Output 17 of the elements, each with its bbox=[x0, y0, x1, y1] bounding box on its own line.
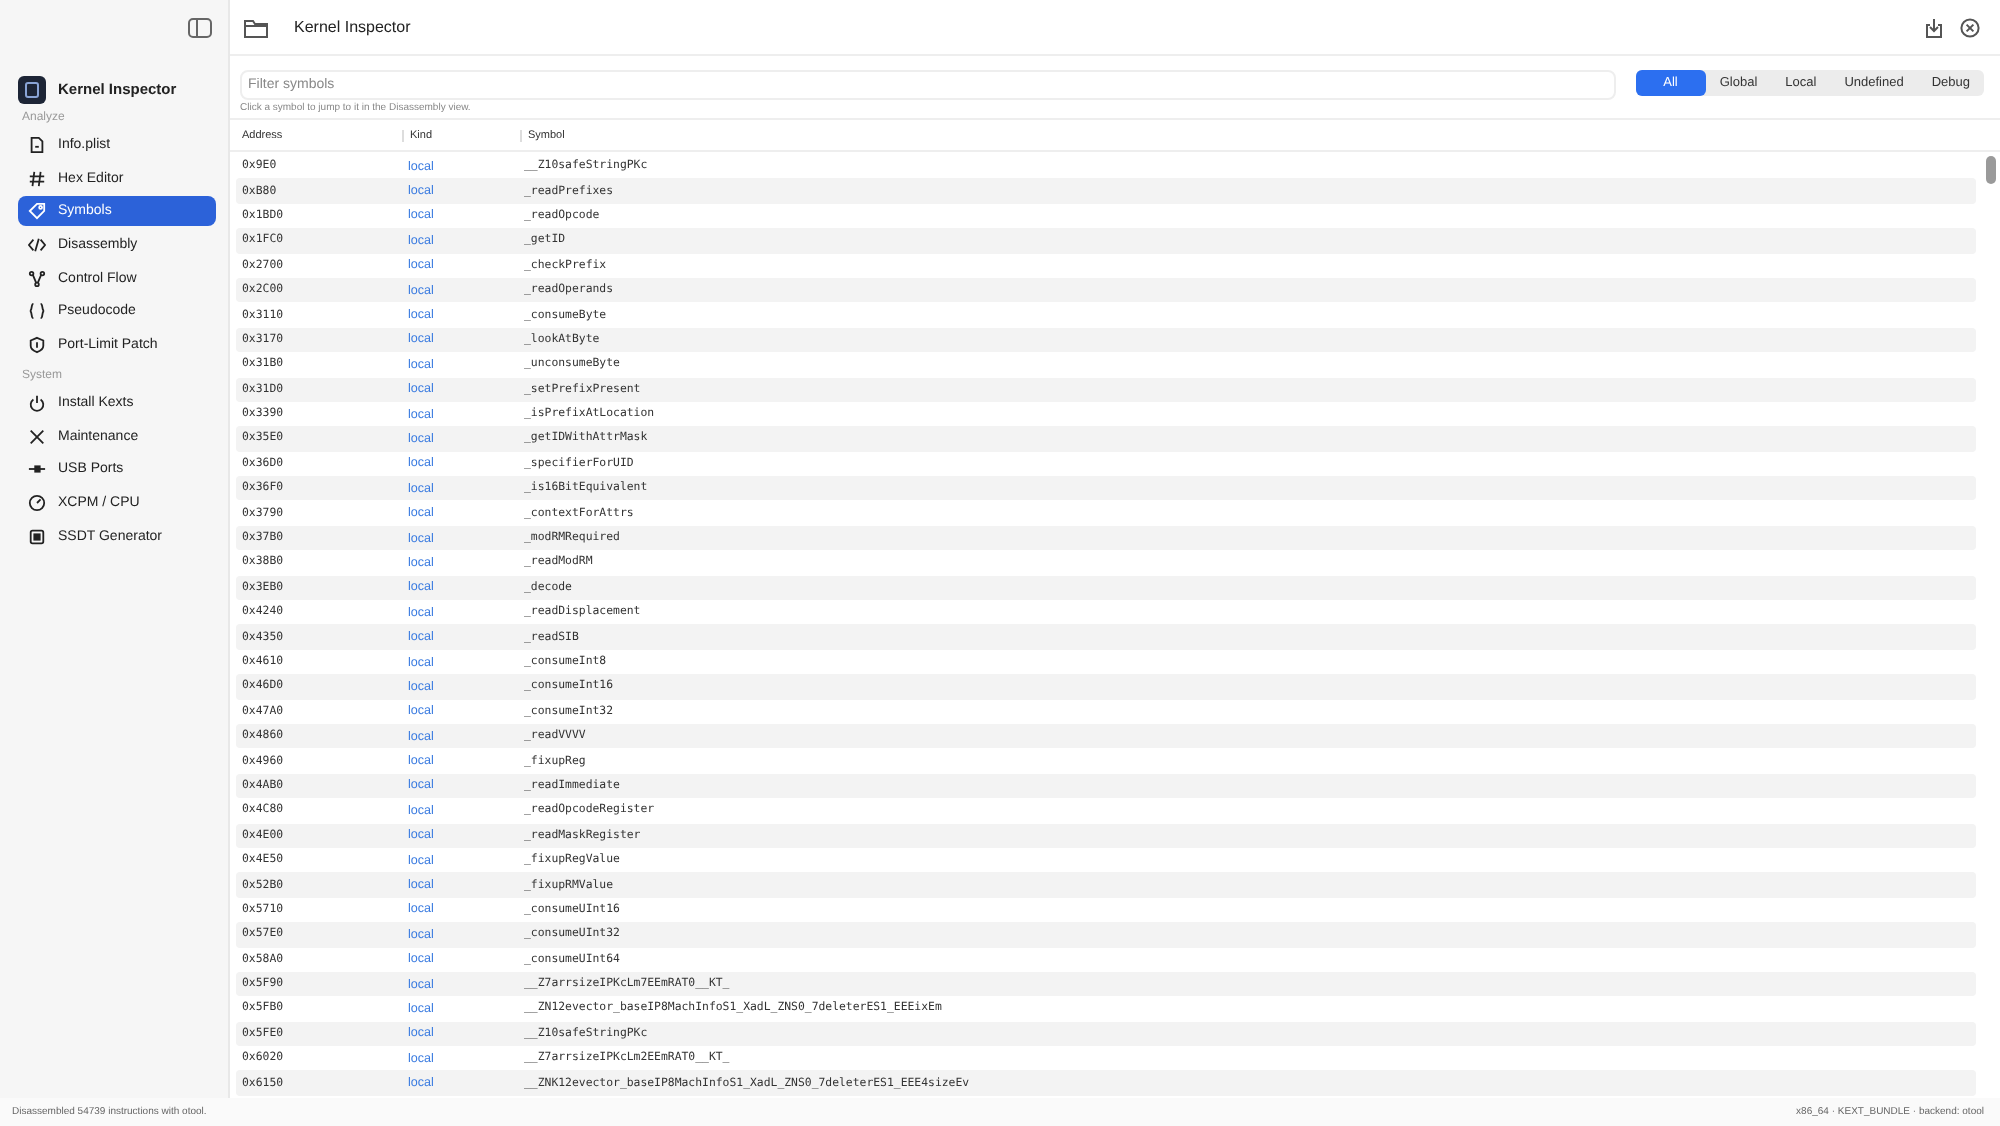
power-icon bbox=[28, 393, 46, 412]
export-icon[interactable] bbox=[1920, 13, 1948, 41]
app-logo-icon bbox=[18, 75, 46, 103]
window-title: Kernel Inspector bbox=[294, 18, 411, 36]
gauge-icon bbox=[28, 493, 46, 512]
nodes-icon bbox=[28, 269, 46, 288]
close-icon[interactable] bbox=[1956, 13, 1984, 41]
scrollbar[interactable] bbox=[1986, 156, 1996, 184]
plug-icon bbox=[28, 460, 46, 479]
hash-icon bbox=[28, 169, 46, 188]
sidebar-toggle-icon[interactable] bbox=[184, 13, 216, 41]
document-icon bbox=[28, 136, 46, 154]
chip-icon bbox=[28, 527, 46, 546]
braces-icon bbox=[28, 302, 46, 321]
shield-icon bbox=[28, 336, 46, 355]
tag-icon bbox=[28, 202, 46, 221]
code-icon bbox=[28, 236, 46, 255]
